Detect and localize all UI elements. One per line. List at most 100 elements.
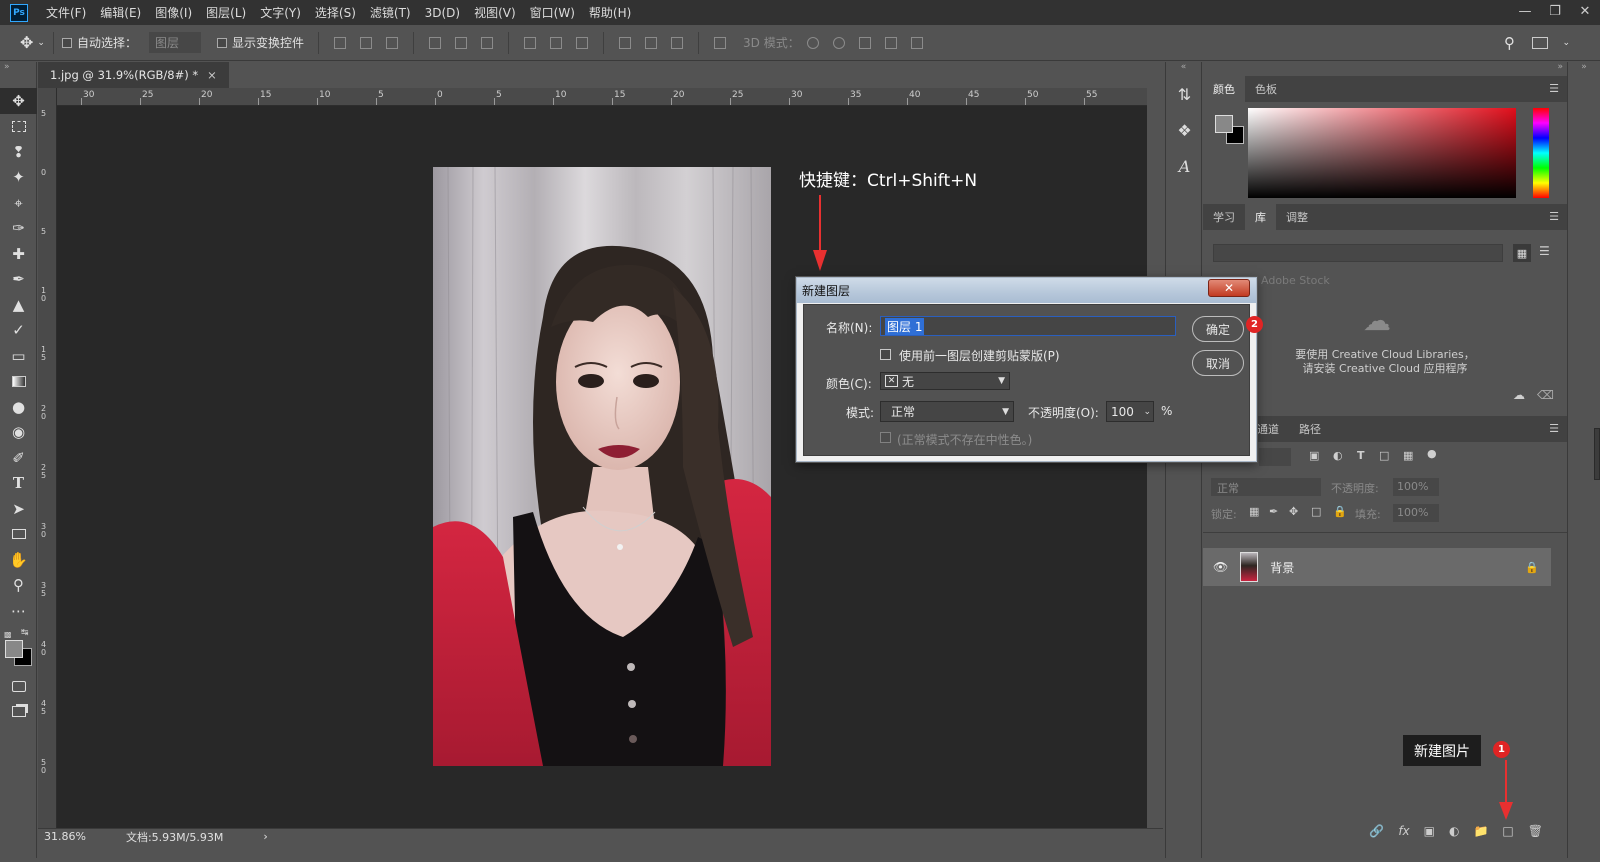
restore-icon[interactable]: ❐ [1540,0,1570,22]
zoom-tool-icon[interactable]: ⚲ [0,573,37,599]
auto-select-dropdown[interactable]: 图层 [148,32,201,53]
mode-select[interactable]: 正常 ▼ [880,401,1014,422]
dialog-close-button[interactable]: ✕ [1208,279,1250,297]
color-swatches[interactable]: ▩ ↹ [0,624,36,674]
workspace-icon[interactable] [1532,36,1548,49]
3d-panel-icon[interactable]: ❖ [1166,112,1203,148]
color-field[interactable] [1248,108,1516,198]
filter-shape-icon[interactable]: □ [1379,449,1389,462]
align-right-icon[interactable] [481,36,493,49]
history-panel-icon[interactable]: ⇅ [1166,76,1203,112]
more-tools-icon[interactable]: ⋯ [0,598,37,624]
default-colors-icon[interactable]: ▩ [4,630,12,639]
collapse-icon[interactable]: « [1166,62,1201,76]
character-panel-icon[interactable]: A [1166,148,1203,184]
auto-align-icon[interactable] [714,36,726,49]
zoom-level[interactable]: 31.86% [44,830,86,843]
layer-name-input[interactable]: 图层 1 [880,316,1176,336]
collapse-icon[interactable]: » [1568,62,1600,76]
cloud-sync-icon[interactable]: ☁ [1513,388,1525,402]
crop-tool-icon[interactable]: ⌖ [0,190,37,216]
menu-window[interactable]: 窗口(W) [530,4,575,21]
3d-rotate-icon[interactable] [806,36,819,49]
cancel-button[interactable]: 取消 [1192,350,1244,376]
menu-edit[interactable]: 编辑(E) [100,4,141,21]
pen-tool-icon[interactable]: ✐ [0,445,37,471]
filter-toggle-icon[interactable]: ● [1427,447,1437,460]
tab-libraries[interactable]: 库 [1245,204,1276,230]
eraser-tool-icon[interactable]: ▭ [0,343,37,369]
chevron-down-icon[interactable]: ⌄ [1562,38,1570,48]
screen-mode-icon[interactable] [0,699,37,725]
delete-layer-icon[interactable]: 🗑 [1528,824,1543,838]
collapse-icon[interactable]: » [0,62,36,88]
neutral-color-checkbox[interactable] [880,432,891,443]
auto-select-checkbox[interactable] [61,37,72,48]
menu-image[interactable]: 图像(I) [155,4,192,21]
layers-scroll-thumb[interactable] [1594,428,1600,480]
color-select[interactable]: ✕ 无 ▼ [880,372,1010,390]
marquee-tool-icon[interactable] [0,114,37,140]
lock-all-icon[interactable]: 🔒 [1333,505,1347,518]
close-window-icon[interactable]: ✕ [1570,0,1600,22]
align-bottom-icon[interactable] [386,36,398,49]
distribute-vcenter-icon[interactable] [550,36,562,49]
gradient-tool-icon[interactable] [0,369,37,395]
fill-input[interactable]: 100% [1393,504,1439,522]
chevron-down-icon[interactable]: ⌄ [37,38,45,48]
menu-file[interactable]: 文件(F) [46,4,86,21]
3d-scale-icon[interactable] [910,36,923,49]
distribute-left-icon[interactable] [619,36,631,49]
minimize-icon[interactable]: — [1510,0,1540,22]
menu-3d[interactable]: 3D(D) [425,6,460,20]
layer-filter-dropdown[interactable] [1259,448,1291,466]
menu-select[interactable]: 选择(S) [315,4,356,21]
3d-roll-icon[interactable] [832,36,845,49]
move-tool-icon[interactable]: ✥ [0,88,37,114]
visibility-eye-icon[interactable]: 👁 [1213,560,1228,574]
align-vcenter-icon[interactable] [360,36,372,49]
hue-slider[interactable] [1533,108,1549,198]
filter-adjustment-icon[interactable]: ◐ [1333,449,1343,462]
new-group-icon[interactable]: 📁 [1473,824,1488,838]
tab-learn[interactable]: 学习 [1203,204,1245,230]
foreground-color-swatch[interactable] [1215,115,1233,133]
distribute-top-icon[interactable] [524,36,536,49]
delete-icon[interactable]: ⌫ [1537,388,1554,402]
lock-transparency-icon[interactable]: ▦ [1249,505,1259,518]
menu-layer[interactable]: 图层(L) [206,4,246,21]
hand-tool-icon[interactable]: ✋ [0,547,37,573]
panel-menu-icon[interactable]: ☰ [1549,82,1559,95]
show-transform-checkbox[interactable] [216,37,227,48]
layer-opacity-input[interactable]: 100% [1393,478,1439,496]
menu-help[interactable]: 帮助(H) [589,4,631,21]
library-dropdown[interactable] [1213,244,1503,262]
link-layers-icon[interactable]: 🔗 [1369,824,1384,838]
foreground-color-swatch[interactable] [5,639,23,658]
healing-brush-icon[interactable]: ✚ [0,241,37,267]
add-mask-icon[interactable]: ▣ [1424,824,1435,838]
grid-view-icon[interactable]: ▦ [1513,244,1531,262]
blur-tool-icon[interactable]: ● [0,394,37,420]
tab-adjustments[interactable]: 调整 [1276,204,1318,230]
chevron-down-icon[interactable]: ⌄ [1143,407,1151,417]
status-menu-icon[interactable]: › [263,830,267,843]
dodge-tool-icon[interactable]: ◉ [0,420,37,446]
opacity-input[interactable]: 100 ⌄ [1106,401,1154,422]
distribute-bottom-icon[interactable] [576,36,588,49]
ok-button[interactable]: 确定 [1192,316,1244,342]
move-tool-icon[interactable]: ✥ [20,33,33,52]
brush-tool-icon[interactable]: ✒ [0,267,37,293]
filter-smart-object-icon[interactable]: ▦ [1403,449,1413,462]
list-view-icon[interactable]: ☰ [1539,244,1550,258]
filter-pixel-icon[interactable]: ▣ [1309,449,1319,462]
tab-color[interactable]: 颜色 [1203,76,1245,102]
menu-filter[interactable]: 滤镜(T) [370,4,411,21]
distribute-hcenter-icon[interactable] [645,36,657,49]
3d-slide-icon[interactable] [884,36,897,49]
lock-artboard-icon[interactable]: □ [1311,505,1321,518]
rectangle-tool-icon[interactable] [0,522,37,548]
align-left-icon[interactable] [429,36,441,49]
close-tab-icon[interactable]: × [207,68,217,82]
blend-mode-dropdown[interactable]: 正常 [1211,478,1321,496]
